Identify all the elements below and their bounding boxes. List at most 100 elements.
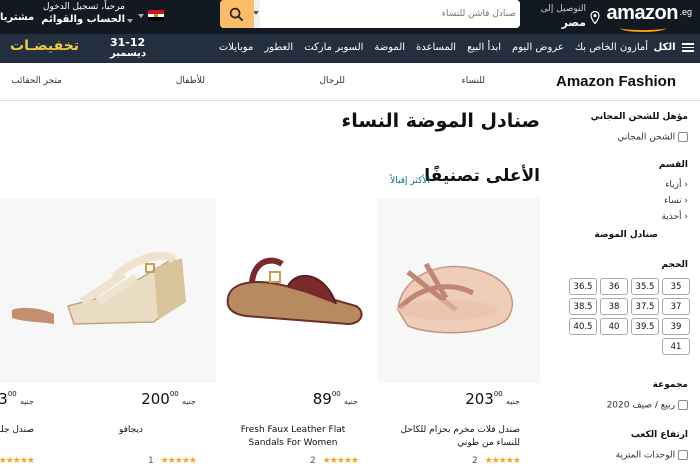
heel-height-filter-option[interactable]: الوحدات المترية [616,450,688,461]
shipping-filter-title: مؤهل للشحن المجاني [590,112,688,122]
size-option[interactable]: 35 [662,278,690,295]
currency-label: جنيه [505,397,520,406]
amazon-logo[interactable]: amazon .eg [604,2,692,32]
size-option[interactable]: 38 [600,298,628,315]
search-input[interactable] [260,0,520,28]
checkbox[interactable] [678,132,688,142]
size-option[interactable]: 40 [600,318,628,335]
product-title[interactable]: Fresh Faux Leather Flat Sandals For Wome… [228,424,358,450]
all-label: الكل [653,42,676,53]
product-card[interactable]: جنيه 8900 Fresh Faux Leather Flat Sandal… [216,198,378,474]
currency-label: جنيه [181,397,196,406]
collection-filter-option[interactable]: ربيع / صيف 2020 [607,400,688,411]
product-card[interactable]: جنيه 20000 ديجافو ★★★★★ 1 [54,198,216,474]
product-rating[interactable]: ★★★★★ 2 [472,456,521,466]
checkbox[interactable] [678,400,688,410]
main-nav: الكل أمازون الخاص بك عروض اليوم ابدأ الب… [0,34,700,63]
price-amount: 200 [141,390,170,408]
account-menu[interactable]: مرحباً، تسجيل الدخول الحساب والقوائم [41,2,133,32]
logo-tld: .eg [679,7,692,17]
size-option[interactable]: 37.5 [631,298,659,315]
product-title[interactable]: ديجافو [66,424,196,437]
product-card[interactable]: جنيه 20300 صندل فلات مخرم بحزام للكاحل ل… [378,198,540,474]
product-rating[interactable]: ★★★★★ 1 [148,456,197,466]
product-price: جنيه 20000 [141,390,196,408]
size-option[interactable]: 41 [662,338,690,355]
location-pin-icon [590,11,600,24]
all-menu-button[interactable]: الكل [654,42,694,53]
sale-promo-banner[interactable]: 31-12 ديسمبر تخفيضـات [0,34,160,63]
price-amount: 89 [312,390,332,408]
price-amount: 243 [0,390,8,408]
price-cents: 00 [331,390,341,398]
product-title[interactable]: صندل جلد سميك وشب [0,424,34,437]
dept-item-shoes[interactable]: ‹ أحذية [661,212,688,222]
size-option[interactable]: 35.5 [631,278,659,295]
filter-sidebar: مؤهل للشحن المجاني الشحن المجاني القسم ‹… [560,102,700,474]
promo-date-month: ديسمبر [110,48,147,59]
free-shipping-filter[interactable]: الشحن المجاني [617,132,688,143]
top-header: amazon .eg التوصيل إلى مصر مرحباً، تسجيل… [0,0,700,34]
nav-item-perfumes[interactable]: العطور [264,42,293,53]
product-rating[interactable]: ★★★★★ 1 [0,456,35,466]
size-grid: 35 35.5 36 36.5 37 37.5 38 38.5 39 39.5 … [560,278,690,355]
main-content: صنادل الموضة النساء الأعلى تصنيفًا الأكث… [0,102,550,474]
nav-item-fashion[interactable]: الموضة [374,42,405,53]
nav-item-your-amazon[interactable]: أمازون الخاص بك [575,42,648,53]
price-cents: 00 [7,390,17,398]
product-image[interactable] [0,198,54,383]
product-title[interactable]: صندل فلات مخرم بحزام للكاحل للنساء من طو… [390,424,520,450]
product-image[interactable] [216,198,378,383]
see-more-link[interactable]: الأكثر إقبالاً [390,176,430,186]
size-option[interactable]: 39 [662,318,690,335]
size-option[interactable]: 38.5 [569,298,597,315]
product-price: جنيه 8900 [313,390,358,408]
size-option[interactable]: 40.5 [569,318,597,335]
product-image[interactable] [54,198,216,383]
size-filter-title: الحجم [661,260,689,270]
returns-orders-link[interactable]: مشتريا [0,12,34,23]
nav-item-help[interactable]: المساعدة [416,42,456,53]
subnav-women[interactable]: للنساء [462,76,485,86]
nav-item-sell[interactable]: ابدأ البيع [467,42,501,53]
page-title: صنادل الموضة النساء [341,110,540,132]
deliver-to[interactable]: التوصيل إلى مصر [540,2,600,32]
product-rating[interactable]: ★★★★★ 2 [310,456,359,466]
size-option[interactable]: 36.5 [569,278,597,295]
collection-filter-title: مجموعة [652,380,688,390]
dept-item-label: أحذية [661,212,682,222]
product-image[interactable] [378,198,540,383]
size-option[interactable]: 36 [600,278,628,295]
dept-item-women[interactable]: ‹ نساء [664,196,688,206]
collection-option-label: ربيع / صيف 2020 [606,400,676,411]
chevron-down-icon [127,19,133,23]
product-card[interactable]: جنيه 24300 صندل جلد سميك وشب ★★★★★ 1 [0,198,54,474]
dept-item-fashion[interactable]: ‹ أزياء [665,180,688,190]
search-bar [220,0,520,28]
product-price: جنيه 20300 [465,390,520,408]
egypt-flag-icon[interactable] [148,10,164,21]
rating-count: 2 [472,456,478,466]
section-title: الأعلى تصنيفًا [424,166,540,186]
checkbox[interactable] [678,450,688,460]
amazon-fashion-brand[interactable]: Amazon Fashion [556,73,676,90]
star-rating-icon: ★★★★★ [160,456,197,466]
subnav-kids[interactable]: للأطفال [176,76,205,86]
subnav-men[interactable]: للرجال [319,76,345,86]
nav-item-todays-deals[interactable]: عروض اليوم [512,42,564,53]
nav-item-supermarket[interactable]: السوبر ماركت [304,42,363,53]
search-button[interactable] [220,0,254,28]
dept-item-label: أزياء [665,180,682,190]
logo-smile-icon [620,24,666,32]
currency-label: جنيه [343,397,358,406]
deliver-label: التوصيل إلى [540,4,586,14]
heel-height-filter-title: ارتفاع الكعب [630,430,688,440]
star-rating-icon: ★★★★★ [322,456,359,466]
hamburger-icon [682,42,694,52]
size-option[interactable]: 39.5 [631,318,659,335]
product-price: جنيه 24300 [0,390,34,408]
size-option[interactable]: 37 [662,298,690,315]
subnav-bags-store[interactable]: متجر الحقائب [11,76,62,86]
nav-item-mobiles[interactable]: موبايلات [219,42,254,53]
price-cents: 00 [493,390,503,398]
